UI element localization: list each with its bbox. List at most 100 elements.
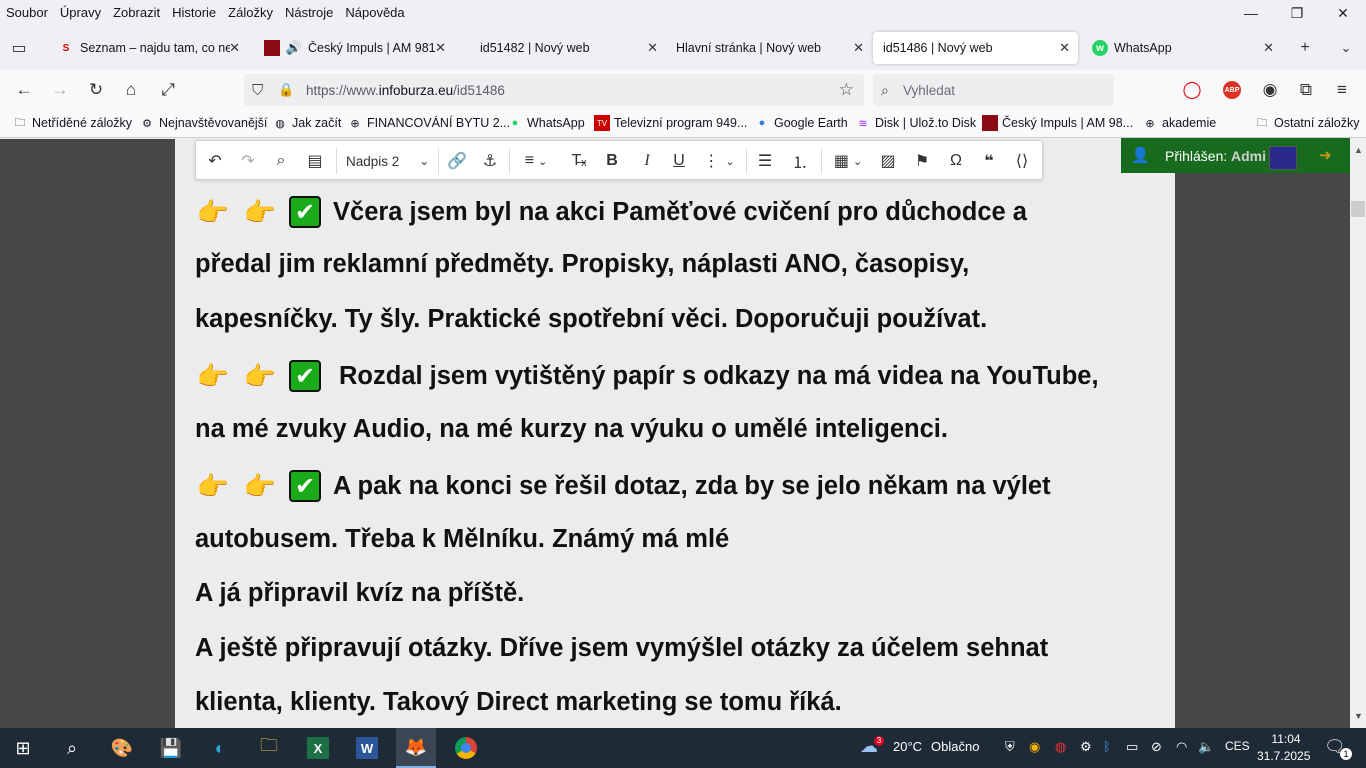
scroll-thumb[interactable] bbox=[1351, 201, 1365, 217]
italic-icon[interactable]: I bbox=[636, 150, 658, 172]
tab-cesky-impuls[interactable]: ■ 🔊 Český Impuls | AM 981 k ✕ bbox=[254, 32, 454, 64]
clock-date[interactable]: 31.7.2025 bbox=[1257, 749, 1310, 763]
bookmark-financovani[interactable]: ⊕ FINANCOVÁNÍ BYTU 2... bbox=[347, 115, 510, 131]
word-icon[interactable]: W bbox=[356, 737, 378, 759]
search-icon[interactable]: ⌕ bbox=[57, 734, 87, 762]
bookmark-whatsapp[interactable]: ● WhatsApp bbox=[507, 115, 585, 131]
windows-start-icon[interactable]: ⊞ bbox=[8, 734, 38, 762]
underline-icon[interactable]: U bbox=[668, 150, 690, 172]
url-bar[interactable]: ⛉ 🔒 https://www.infoburza.eu/id51486 ☆ bbox=[244, 74, 864, 106]
scrollbar[interactable]: ▲ ▼ bbox=[1350, 139, 1366, 728]
adblock-icon[interactable]: ABP bbox=[1223, 81, 1241, 99]
firefox-icon[interactable]: 🦊 bbox=[405, 737, 427, 758]
reload-icon[interactable]: ↻ bbox=[84, 78, 108, 102]
tab-close-icon[interactable]: ✕ bbox=[853, 40, 864, 56]
star-bookmark-icon[interactable]: ☆ bbox=[839, 80, 854, 100]
undo-icon[interactable]: ↶ bbox=[204, 150, 226, 172]
find-replace-icon[interactable]: ⌕ bbox=[270, 150, 292, 172]
bullet-list-icon[interactable]: ☰ bbox=[754, 150, 776, 172]
restore-icon[interactable]: ❐ bbox=[1274, 0, 1320, 26]
edge-icon[interactable]: ◐ bbox=[205, 734, 235, 762]
anchor-icon[interactable]: ⚓ bbox=[479, 150, 501, 172]
special-char-icon[interactable]: Ω bbox=[945, 150, 967, 172]
account-icon[interactable]: ◉ bbox=[1258, 78, 1282, 102]
bookmark-akademie[interactable]: ⊕ akademie bbox=[1142, 115, 1216, 131]
menu-upravy[interactable]: Úpravy bbox=[60, 5, 101, 20]
battery-icon[interactable]: ▭ bbox=[1126, 739, 1138, 755]
tab-id51482[interactable]: id51482 | Nový web ✕ bbox=[470, 32, 666, 64]
lock-icon[interactable]: 🔒 bbox=[278, 82, 294, 98]
volume-icon[interactable]: 🔈 bbox=[1198, 739, 1214, 755]
extensions-icon[interactable]: ⧉ bbox=[1294, 78, 1318, 102]
tab-hlavni-stranka[interactable]: Hlavní stránka | Nový web ✕ bbox=[666, 32, 872, 64]
speaker-icon[interactable]: 🔊 bbox=[286, 40, 302, 56]
align-icon[interactable]: ≡ ⌄ bbox=[518, 150, 554, 172]
system-icon[interactable]: ⚙ bbox=[1080, 739, 1092, 755]
source-icon[interactable]: ▤ bbox=[304, 150, 326, 172]
close-window-icon[interactable]: ✕ bbox=[1320, 0, 1366, 26]
tab-close-icon[interactable]: ✕ bbox=[647, 40, 658, 56]
new-tab-icon[interactable]: + bbox=[1295, 38, 1315, 58]
chrome-icon[interactable] bbox=[455, 737, 477, 759]
bookmark-most-visited[interactable]: ⚙ Nejnavštěvovanější bbox=[139, 115, 267, 131]
network-off-icon[interactable]: ⊘ bbox=[1151, 739, 1162, 755]
heading-select[interactable]: Nadpis 2 ⌄ bbox=[346, 150, 434, 172]
menu-napoveda[interactable]: Nápověda bbox=[345, 5, 404, 20]
update-icon[interactable]: ◉ bbox=[1029, 739, 1040, 755]
chevron-down-icon[interactable]: ⌄ bbox=[1336, 38, 1356, 58]
weather-temp[interactable]: 20°C bbox=[893, 739, 922, 754]
bookmark-unsorted[interactable]: 🗀 Netříděné záložky bbox=[12, 115, 133, 131]
forward-icon[interactable]: → bbox=[48, 78, 72, 102]
bookmark-getting-started[interactable]: ◍ Jak začít bbox=[272, 115, 341, 131]
record-icon[interactable]: ◍ bbox=[1055, 739, 1066, 755]
tab-seznam[interactable]: S Seznam – najdu tam, co nezn ✕ bbox=[48, 32, 248, 64]
tab-close-icon[interactable]: ✕ bbox=[229, 40, 240, 56]
save-disk-icon[interactable]: 💾 bbox=[156, 734, 186, 762]
home-icon[interactable]: ⌂ bbox=[119, 78, 143, 102]
numbered-list-icon[interactable]: ⒈ bbox=[789, 150, 811, 172]
bookmark-cesky-impuls[interactable]: Český Impuls | AM 98... bbox=[982, 115, 1133, 131]
login-user[interactable]: Admi bbox=[1231, 148, 1266, 164]
flag-icon[interactable]: ⚑ bbox=[911, 150, 933, 172]
bookmark-tv-program[interactable]: TV Televizní program 949... bbox=[594, 115, 747, 131]
search-input[interactable]: ⌕ Vyhledat bbox=[873, 74, 1114, 106]
paint-icon[interactable]: 🎨 bbox=[107, 734, 137, 762]
screen-share-icon[interactable] bbox=[1269, 146, 1297, 170]
redo-icon[interactable]: ↷ bbox=[237, 150, 259, 172]
bookmark-google-earth[interactable]: ● Google Earth bbox=[754, 115, 848, 131]
wifi-icon[interactable]: ◠ bbox=[1176, 739, 1187, 755]
logout-icon[interactable]: ➜ bbox=[1319, 146, 1332, 164]
tab-close-icon[interactable]: ✕ bbox=[435, 40, 446, 56]
menu-soubor[interactable]: Soubor bbox=[6, 5, 48, 20]
more-formatting-icon[interactable]: ⋮ ⌄ bbox=[701, 150, 737, 172]
security-icon[interactable]: ⛨ bbox=[1005, 739, 1015, 755]
weather-desc[interactable]: Oblačno bbox=[931, 739, 979, 754]
tab-id51486[interactable]: id51486 | Nový web ✕ bbox=[873, 32, 1078, 64]
shield-icon[interactable]: ⛉ bbox=[252, 82, 263, 99]
tab-close-icon[interactable]: ✕ bbox=[1263, 40, 1274, 56]
tab-overview-icon[interactable]: ▭ bbox=[9, 38, 29, 58]
excel-icon[interactable]: X bbox=[307, 737, 329, 759]
menu-icon[interactable]: ≡ bbox=[1330, 78, 1354, 102]
bluetooth-icon[interactable]: ᛒ bbox=[1103, 739, 1111, 754]
menu-zalozky[interactable]: Záložky bbox=[228, 5, 273, 20]
scroll-down-icon[interactable]: ▼ bbox=[1354, 711, 1363, 721]
expand-icon[interactable]: ⤢ bbox=[156, 78, 180, 102]
bold-icon[interactable]: B bbox=[601, 150, 623, 172]
table-icon[interactable]: ▦ ⌄ bbox=[830, 150, 866, 172]
embed-code-icon[interactable]: ⟨⟩ bbox=[1011, 150, 1033, 172]
file-explorer-icon[interactable]: 🗀 bbox=[254, 734, 284, 762]
menu-zobrazit[interactable]: Zobrazit bbox=[113, 5, 160, 20]
clear-format-icon[interactable]: T̶ₓ bbox=[568, 150, 590, 172]
language-indicator[interactable]: CES bbox=[1225, 739, 1250, 753]
back-icon[interactable]: ← bbox=[12, 78, 36, 102]
quote-icon[interactable]: ❝ bbox=[978, 150, 1000, 172]
clock-time[interactable]: 11:04 bbox=[1268, 732, 1304, 746]
scroll-up-icon[interactable]: ▲ bbox=[1354, 145, 1363, 155]
bookmark-ulozto[interactable]: ≋ Disk | Ulož.to Disk bbox=[855, 115, 976, 131]
menu-nastroje[interactable]: Nástroje bbox=[285, 5, 333, 20]
opera-icon[interactable]: ◯ bbox=[1180, 78, 1204, 102]
tab-whatsapp[interactable]: w WhatsApp ✕ bbox=[1082, 32, 1282, 64]
image-icon[interactable]: ▨ bbox=[877, 150, 899, 172]
tab-close-icon[interactable]: ✕ bbox=[1059, 40, 1070, 56]
